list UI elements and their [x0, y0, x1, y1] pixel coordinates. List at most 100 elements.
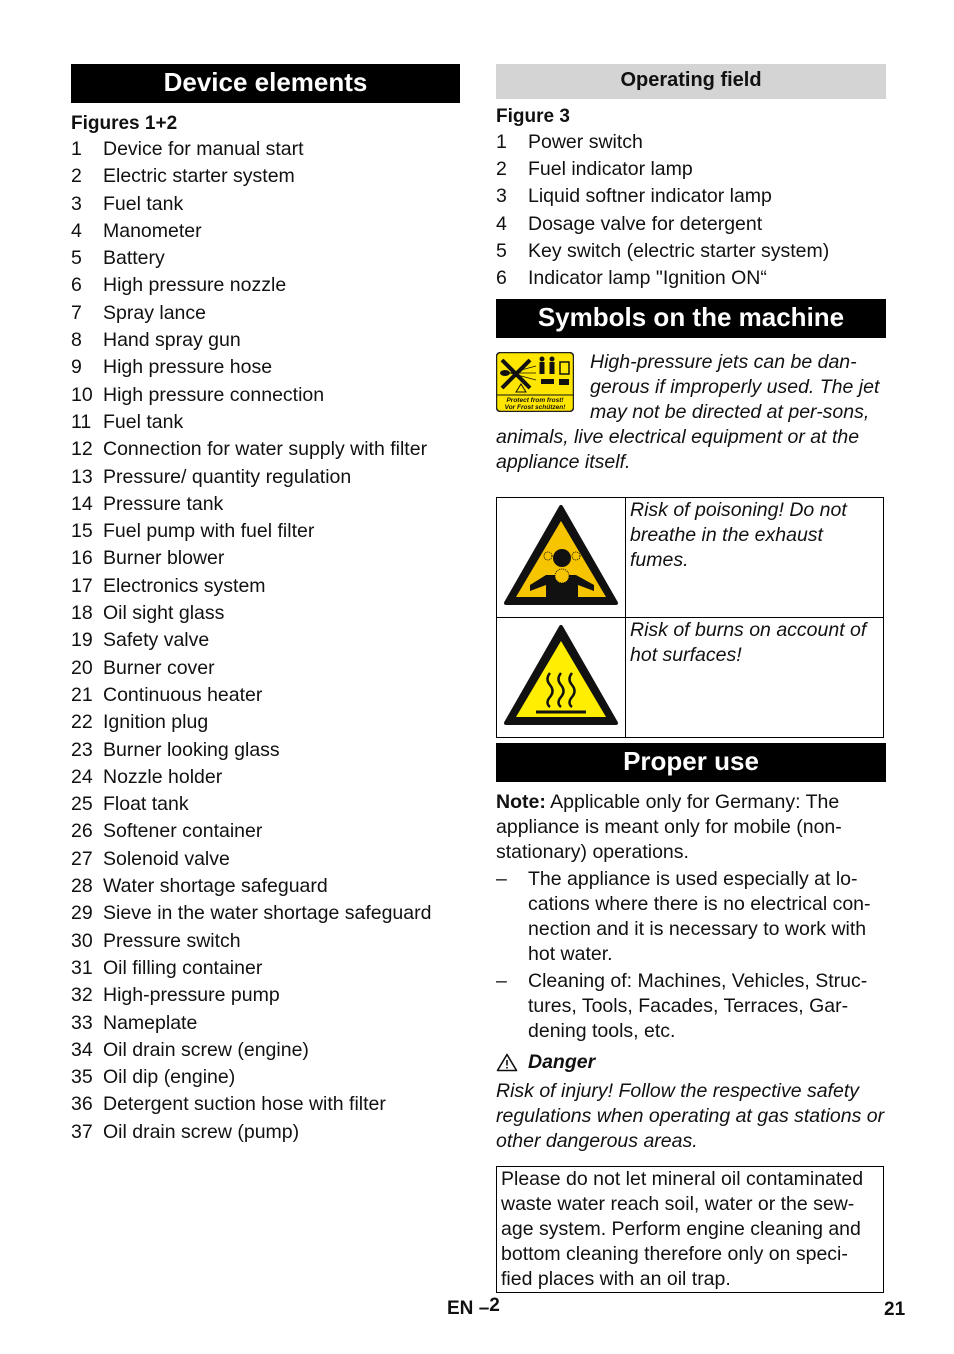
- note-label: Note:: [496, 791, 546, 814]
- list-item: 35 Oil dip (engine): [71, 1064, 460, 1091]
- item-number: 3: [496, 185, 507, 208]
- list-item: 1 Power switch: [496, 129, 886, 156]
- list-item: 28 Water shortage safeguard: [71, 873, 460, 900]
- list-item: 6 High pressure nozzle: [71, 272, 460, 299]
- item-text: Sieve in the water shortage safeguard: [103, 902, 432, 925]
- environment-note-box: Please do not let mineral oil contaminat…: [496, 1166, 884, 1294]
- item-text: Oil drain screw (engine): [103, 1038, 309, 1061]
- item-number: 20: [71, 656, 93, 679]
- item-text: Pressure switch: [103, 929, 241, 952]
- svg-text:Protect from frost!: Protect from frost!: [506, 397, 564, 404]
- item-number: 24: [71, 765, 93, 788]
- item-number: 16: [71, 547, 93, 570]
- item-number: 3: [71, 192, 82, 215]
- list-item: 27 Solenoid valve: [71, 846, 460, 873]
- list-item: 20 Burner cover: [71, 655, 460, 682]
- svg-text:Vor Frost schützen!: Vor Frost schützen!: [505, 404, 567, 411]
- item-number: 27: [71, 847, 93, 870]
- item-text: Fuel tank: [103, 192, 184, 215]
- section-title-symbols: Symbols on the machine: [496, 299, 886, 339]
- list-item: 2 Fuel indicator lamp: [496, 156, 886, 183]
- item-number: 33: [71, 1011, 93, 1034]
- item-text: Burner looking glass: [103, 738, 280, 761]
- list-item: 21 Continuous heater: [71, 682, 460, 709]
- list-item: 14 Pressure tank: [71, 491, 460, 518]
- footer-section-page: 2: [489, 1295, 500, 1316]
- item-number: 18: [71, 602, 93, 625]
- item-text: Key switch (electric starter system): [528, 239, 830, 262]
- item-number: 4: [496, 212, 507, 235]
- toxic-fumes-warning-icon: [504, 505, 618, 606]
- item-text: High pressure hose: [103, 356, 273, 379]
- dash-marker: –: [496, 868, 507, 891]
- list-item: 18 Oil sight glass: [71, 600, 460, 627]
- list-item: 34 Oil drain screw (engine): [71, 1037, 460, 1064]
- list-item: – Cleaning of: Machines, Vehicles, Struc…: [496, 969, 886, 1044]
- list-item: 15 Fuel pump with fuel filter: [71, 518, 460, 545]
- operating-field-list: 1 Power switch 2 Fuel indicator lamp 3 Liquid…: [496, 129, 886, 292]
- item-text: Manometer: [103, 219, 202, 242]
- item-number: 15: [71, 520, 93, 543]
- footer-section-marker: EN –2: [447, 1295, 500, 1320]
- hazard-row: Risk of poisoning! Do not breathe in the…: [496, 497, 884, 619]
- list-item: 3 Fuel tank: [71, 191, 460, 218]
- list-item: 5 Key switch (electric starter system): [496, 238, 886, 265]
- figure-label: Figure 3: [496, 106, 570, 127]
- item-text: Nozzle holder: [103, 765, 223, 788]
- item-number: 5: [496, 239, 507, 262]
- item-text: Liquid softner indicator lamp: [528, 185, 772, 208]
- item-text: Fuel indicator lamp: [528, 158, 693, 181]
- item-text: Ignition plug: [103, 711, 209, 734]
- list-item: 33 Nameplate: [71, 1010, 460, 1037]
- list-item: 26 Softener container: [71, 818, 460, 845]
- item-number: 10: [71, 383, 93, 406]
- item-number: 9: [71, 356, 82, 379]
- item-number: 17: [71, 574, 93, 597]
- item-text: Continuous heater: [103, 683, 263, 706]
- list-item: 11 Fuel tank: [71, 409, 460, 436]
- dash-marker: –: [496, 970, 507, 993]
- item-number: 6: [71, 274, 82, 297]
- item-text: Dosage valve for detergent: [528, 212, 763, 235]
- item-number: 21: [71, 683, 93, 706]
- item-text: High pressure connection: [103, 383, 325, 406]
- list-item: 19 Safety valve: [71, 627, 460, 654]
- danger-text: Risk of injury! Follow the respective sa…: [496, 1080, 885, 1153]
- section-title-device-elements: Device elements: [71, 64, 460, 103]
- list-item: 25 Float tank: [71, 791, 460, 818]
- right-column: Operating field Figure 3 1 Power switch 2 F…: [496, 64, 886, 1294]
- note-text: Applicable only for Germany: The applian…: [496, 791, 842, 864]
- item-text: Float tank: [103, 793, 189, 816]
- item-number: 5: [71, 247, 82, 270]
- list-item: 29 Sieve in the water shortage safeguard: [71, 900, 460, 927]
- item-number: 6: [496, 267, 507, 290]
- item-number: 28: [71, 875, 93, 898]
- item-number: 30: [71, 929, 93, 952]
- footer-lang: EN: [447, 1298, 474, 1319]
- item-text: Device for manual start: [103, 138, 304, 160]
- item-number: 35: [71, 1066, 93, 1089]
- item-number: 13: [71, 465, 93, 488]
- item-number: 1: [496, 131, 507, 153]
- list-item: 13 Pressure/ quantity regulation: [71, 464, 460, 491]
- item-text: Pressure/ quantity regulation: [103, 465, 352, 488]
- item-number: 4: [71, 219, 82, 242]
- section-title-proper-use: Proper use: [496, 743, 886, 783]
- hot-surface-warning-icon: [504, 625, 618, 726]
- item-number: 36: [71, 1093, 93, 1116]
- item-text: Oil dip (engine): [103, 1066, 236, 1089]
- item-number: 19: [71, 629, 93, 652]
- section-title-operating-field: Operating field: [496, 64, 886, 99]
- item-text: Solenoid valve: [103, 847, 230, 870]
- item-text: Electronics system: [103, 574, 266, 597]
- device-elements-list: 1 Device for manual start 2 Electric starte…: [71, 136, 460, 1146]
- item-number: 2: [496, 158, 507, 181]
- list-item: 7 Spray lance: [71, 300, 460, 327]
- item-text: Indicator lamp "Ignition ON“: [528, 267, 767, 290]
- warning-triangle-icon: [496, 1053, 518, 1072]
- bullet-text: The appliance is used especially at lo-c…: [528, 868, 871, 966]
- item-text: Oil sight glass: [103, 602, 225, 625]
- item-number: 26: [71, 820, 93, 843]
- hazard-text: Risk of burns on account of hot surfaces…: [625, 617, 884, 739]
- list-item: – The appliance is used especially at lo…: [496, 867, 886, 967]
